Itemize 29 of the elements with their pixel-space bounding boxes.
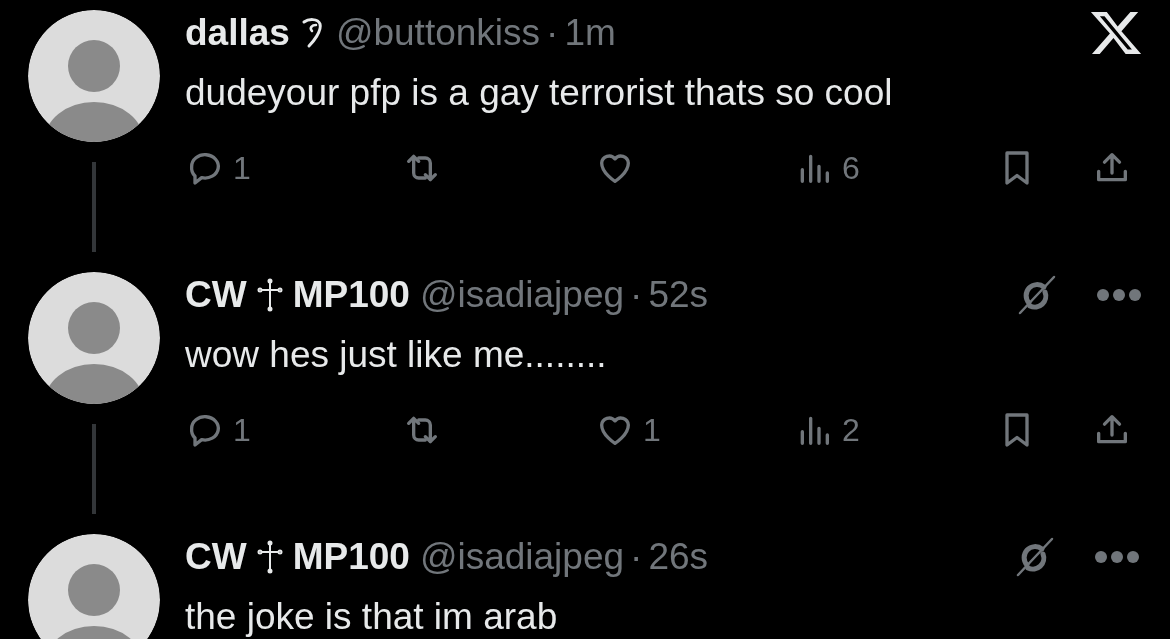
separator-dot: ·	[630, 536, 643, 578]
cross-icon	[256, 278, 283, 312]
tweet-text: wow hes just like me........	[185, 333, 608, 377]
view-count: 2	[842, 411, 860, 449]
separator-dot: ·	[630, 274, 643, 316]
username: @isadiajpeg	[419, 536, 625, 578]
username: @isadiajpeg	[419, 274, 625, 316]
username: @buttonkiss	[335, 12, 541, 54]
separator-dot: ·	[546, 12, 559, 54]
display-name: CW	[185, 274, 247, 316]
like-count: 1	[643, 411, 661, 449]
reply-count: 1	[233, 411, 251, 449]
display-name: CW	[185, 536, 247, 578]
tweet-text: dudeyour pfp is a gay terrorist thats so cool	[185, 71, 894, 115]
more-icon[interactable]	[1096, 288, 1142, 302]
x-logo-icon[interactable]	[1090, 10, 1142, 56]
timestamp: 26s	[648, 536, 709, 578]
display-name: MP100	[292, 274, 410, 316]
timestamp: 1m	[564, 12, 616, 54]
slashed-circle-icon[interactable]	[1016, 275, 1056, 315]
view-count: 6	[842, 149, 860, 187]
reply-count: 1	[233, 149, 251, 187]
tweet-text: the joke is that im arab	[185, 595, 559, 639]
cross-icon	[256, 540, 283, 574]
more-icon[interactable]	[1094, 550, 1140, 564]
slashed-circle-icon[interactable]	[1014, 537, 1054, 577]
display-name: MP100	[292, 536, 410, 578]
timestamp: 52s	[648, 274, 709, 316]
display-name: dallas	[185, 12, 290, 54]
